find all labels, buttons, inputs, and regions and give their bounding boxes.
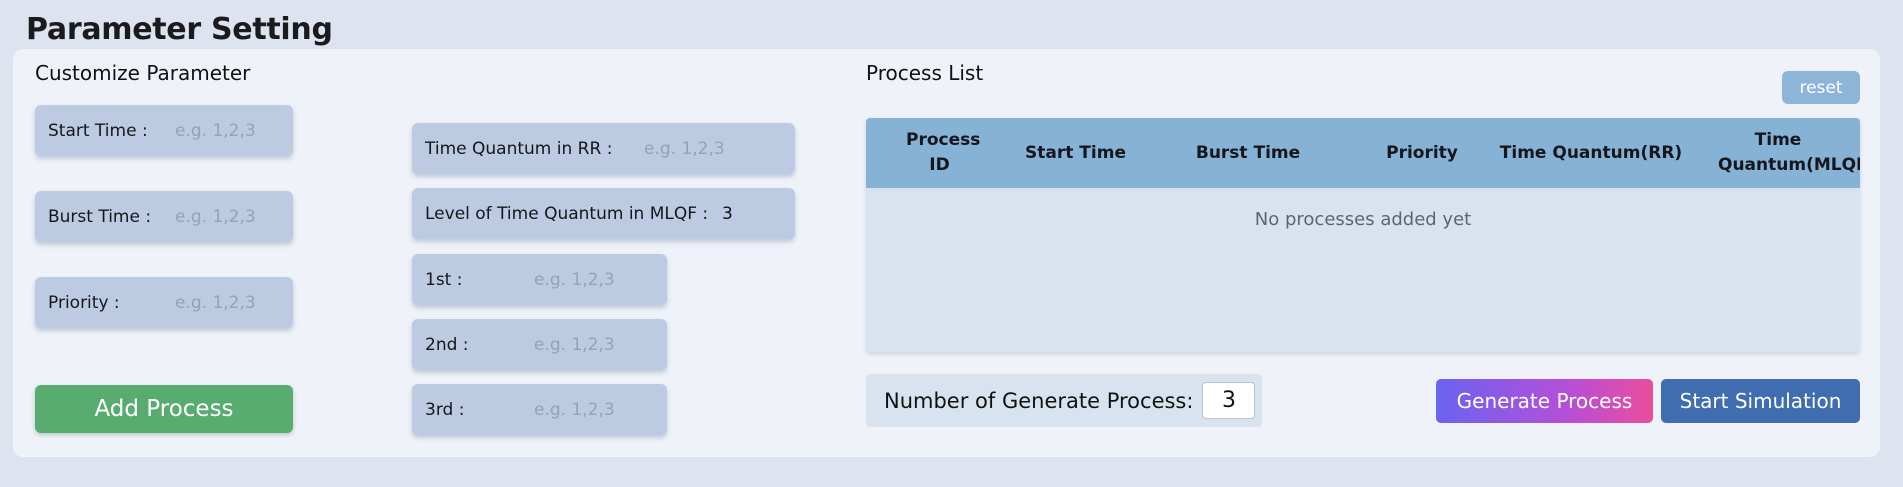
time-quantum-rr-input[interactable] xyxy=(644,138,774,159)
start-time-input[interactable] xyxy=(175,120,275,141)
level-1st-field: 1st : xyxy=(412,254,667,305)
level-3rd-field: 3rd : xyxy=(412,384,667,435)
time-quantum-rr-label: Time Quantum in RR : xyxy=(425,138,613,159)
page-title: Parameter Setting xyxy=(26,12,333,47)
generate-count-input[interactable]: 3 xyxy=(1202,382,1256,419)
mlqf-level-field: Level of Time Quantum in MLQF : xyxy=(412,188,795,239)
mlqf-level-label: Level of Time Quantum in MLQF : xyxy=(425,203,709,224)
burst-time-input[interactable] xyxy=(175,206,275,227)
column-header-start-time: Start Time xyxy=(1025,142,1126,163)
process-list-title: Process List xyxy=(866,61,984,85)
start-simulation-button[interactable]: Start Simulation xyxy=(1661,379,1860,423)
column-header-burst-time: Burst Time xyxy=(1195,142,1301,163)
level-3rd-input[interactable] xyxy=(534,399,634,420)
level-2nd-label: 2nd : xyxy=(425,334,469,355)
column-header-process-id: Process ID xyxy=(906,130,981,175)
generate-count-label: Number of Generate Process: xyxy=(884,388,1194,413)
add-process-button[interactable]: Add Process xyxy=(35,385,293,433)
column-header-time-quantum-mlqf: Time Quantum(MLQF) xyxy=(1718,130,1860,175)
priority-input[interactable] xyxy=(175,292,275,313)
start-time-field: Start Time : xyxy=(35,105,293,156)
column-header-time-quantum-rr: Time Quantum(RR) xyxy=(1499,142,1683,163)
level-1st-label: 1st : xyxy=(425,269,463,290)
priority-label: Priority : xyxy=(48,292,120,313)
level-3rd-label: 3rd : xyxy=(425,399,465,420)
process-table: Process ID Start Time Burst Time Priorit… xyxy=(866,118,1860,352)
reset-button[interactable]: reset xyxy=(1782,71,1860,104)
generate-count-box: Number of Generate Process: 3 xyxy=(866,374,1262,427)
burst-time-label: Burst Time : xyxy=(48,206,152,227)
burst-time-field: Burst Time : xyxy=(35,191,293,242)
process-table-header: Process ID Start Time Burst Time Priorit… xyxy=(866,118,1860,188)
start-time-label: Start Time : xyxy=(48,120,148,141)
level-2nd-input[interactable] xyxy=(534,334,634,355)
empty-table-message: No processes added yet xyxy=(1254,209,1472,230)
mlqf-level-input[interactable] xyxy=(722,203,772,224)
level-1st-input[interactable] xyxy=(534,269,634,290)
customize-parameter-title: Customize Parameter xyxy=(35,61,251,85)
level-2nd-field: 2nd : xyxy=(412,319,667,370)
column-header-priority: Priority xyxy=(1386,142,1458,163)
generate-process-button[interactable]: Generate Process xyxy=(1436,379,1653,423)
parameter-panel: Customize Parameter Start Time : Burst T… xyxy=(13,49,1880,457)
time-quantum-rr-field: Time Quantum in RR : xyxy=(412,123,795,174)
priority-field: Priority : xyxy=(35,277,293,328)
